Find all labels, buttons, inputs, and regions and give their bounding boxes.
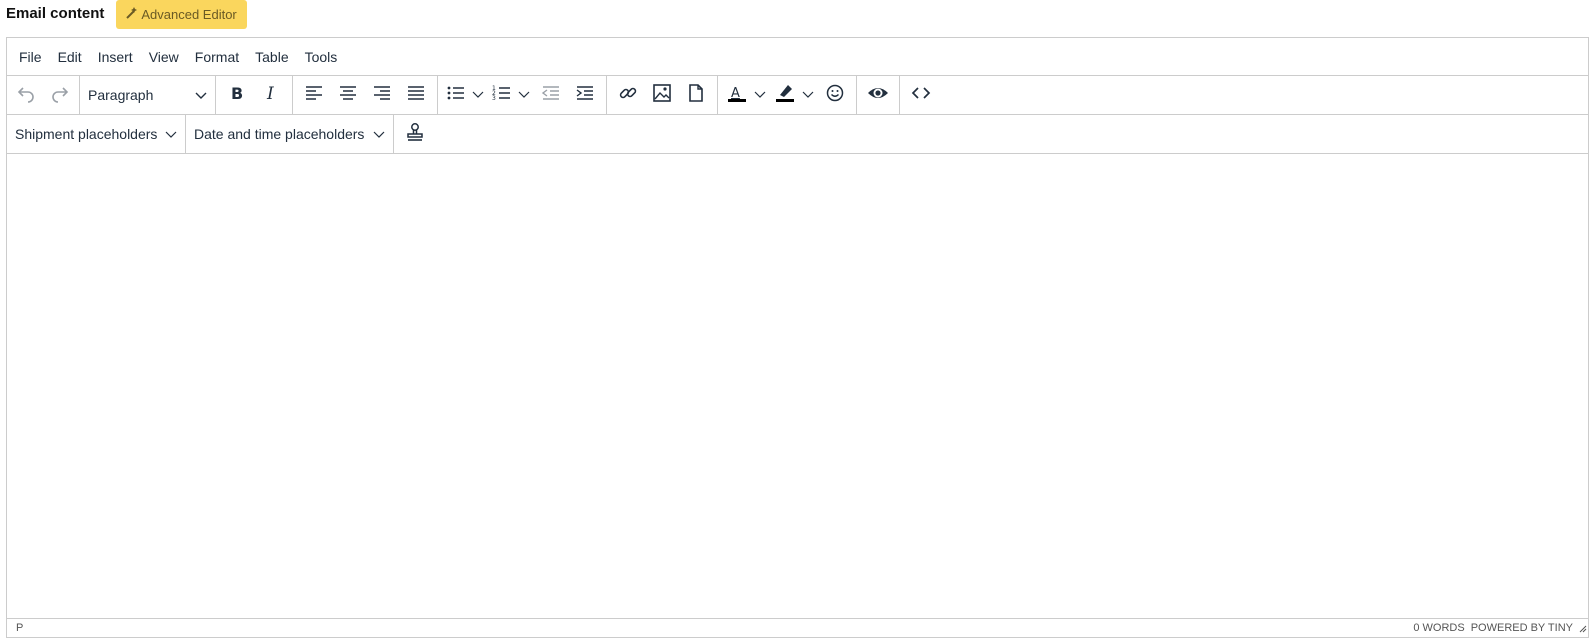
menu-tools[interactable]: Tools [297, 38, 346, 76]
bullet-list-button[interactable] [442, 78, 488, 112]
text-color-icon: A [726, 82, 748, 109]
bold-icon: B [227, 83, 247, 108]
align-justify-icon [406, 83, 426, 108]
powered-by-link[interactable]: POWERED BY TINY [1471, 622, 1573, 634]
stamp-icon [405, 122, 425, 147]
italic-button[interactable]: I [254, 78, 288, 112]
menu-edit[interactable]: Edit [50, 38, 90, 76]
highlight-color-button[interactable] [770, 78, 818, 112]
svg-text:3: 3 [492, 95, 496, 102]
menubar: File Edit Insert View Format Table Tools [7, 38, 1588, 76]
resize-handle-icon[interactable] [1578, 624, 1587, 636]
statusbar: P 0 WORDS POWERED BY TINY [7, 618, 1588, 637]
menu-file[interactable]: File [11, 38, 50, 76]
svg-text:A: A [731, 86, 740, 101]
advanced-editor-label: Advanced Editor [141, 6, 237, 22]
text-color-button[interactable]: A [722, 78, 770, 112]
chevron-down-icon [165, 126, 177, 142]
redo-icon [50, 83, 70, 108]
advanced-editor-button[interactable]: Advanced Editor [116, 0, 247, 29]
file-icon [686, 83, 706, 108]
svg-text:I: I [266, 84, 274, 103]
image-icon [652, 83, 672, 108]
highlighter-icon [774, 82, 796, 109]
eye-icon [867, 82, 889, 109]
editor-content-area[interactable] [7, 153, 1588, 618]
redo-button[interactable] [43, 78, 77, 112]
link-icon [618, 83, 638, 108]
indent-icon [575, 83, 595, 108]
outdent-button[interactable] [534, 78, 568, 112]
code-icon [911, 83, 931, 108]
preview-button[interactable] [861, 78, 895, 112]
stamp-button[interactable] [398, 117, 432, 151]
header-row: Email content Advanced Editor [6, 0, 247, 30]
image-button[interactable] [645, 78, 679, 112]
chevron-down-icon [754, 86, 766, 104]
chevron-down-icon [518, 86, 530, 104]
numbered-list-icon: 123 [492, 83, 512, 108]
bullet-list-icon [446, 83, 466, 108]
toolbar-primary: Paragraph B I 1 2 3 A [7, 76, 1588, 115]
indent-button[interactable] [568, 78, 602, 112]
shipment-placeholders-select[interactable]: Shipment placeholders [11, 117, 181, 151]
emoji-button[interactable] [818, 78, 852, 112]
block-format-select[interactable]: Paragraph [84, 78, 211, 112]
link-button[interactable] [611, 78, 645, 112]
menu-view[interactable]: View [141, 38, 187, 76]
source-code-button[interactable] [904, 78, 938, 112]
align-justify-button[interactable] [399, 78, 433, 112]
page-title: Email content [6, 4, 105, 22]
shipment-placeholders-label: Shipment placeholders [15, 126, 158, 142]
menu-insert[interactable]: Insert [90, 38, 141, 76]
datetime-placeholders-select[interactable]: Date and time placeholders [190, 117, 389, 151]
chevron-down-icon [472, 86, 484, 104]
align-center-button[interactable] [331, 78, 365, 112]
align-center-icon [338, 83, 358, 108]
file-button[interactable] [679, 78, 713, 112]
menu-format[interactable]: Format [187, 38, 247, 76]
svg-text:B: B [231, 84, 243, 103]
align-right-icon [372, 83, 392, 108]
chevron-down-icon [802, 86, 814, 104]
emoji-icon [825, 83, 845, 108]
word-count[interactable]: 0 WORDS [1413, 622, 1464, 634]
element-path[interactable]: P [16, 622, 23, 634]
align-left-button[interactable] [297, 78, 331, 112]
menu-table[interactable]: Table [247, 38, 296, 76]
rich-text-editor: File Edit Insert View Format Table Tools… [6, 37, 1589, 638]
outdent-icon [541, 83, 561, 108]
undo-button[interactable] [9, 78, 43, 112]
block-format-value: Paragraph [88, 87, 154, 103]
align-left-icon [304, 83, 324, 108]
numbered-list-button[interactable]: 123 [488, 78, 534, 112]
datetime-placeholders-label: Date and time placeholders [194, 126, 365, 142]
italic-icon: I [261, 83, 281, 108]
chevron-down-icon [373, 126, 385, 142]
toolbar-secondary: Shipment placeholders Date and time plac… [7, 115, 1588, 154]
bold-button[interactable]: B [220, 78, 254, 112]
magic-wand-icon [125, 6, 141, 23]
chevron-down-icon [195, 87, 207, 103]
undo-icon [16, 83, 36, 108]
align-right-button[interactable] [365, 78, 399, 112]
